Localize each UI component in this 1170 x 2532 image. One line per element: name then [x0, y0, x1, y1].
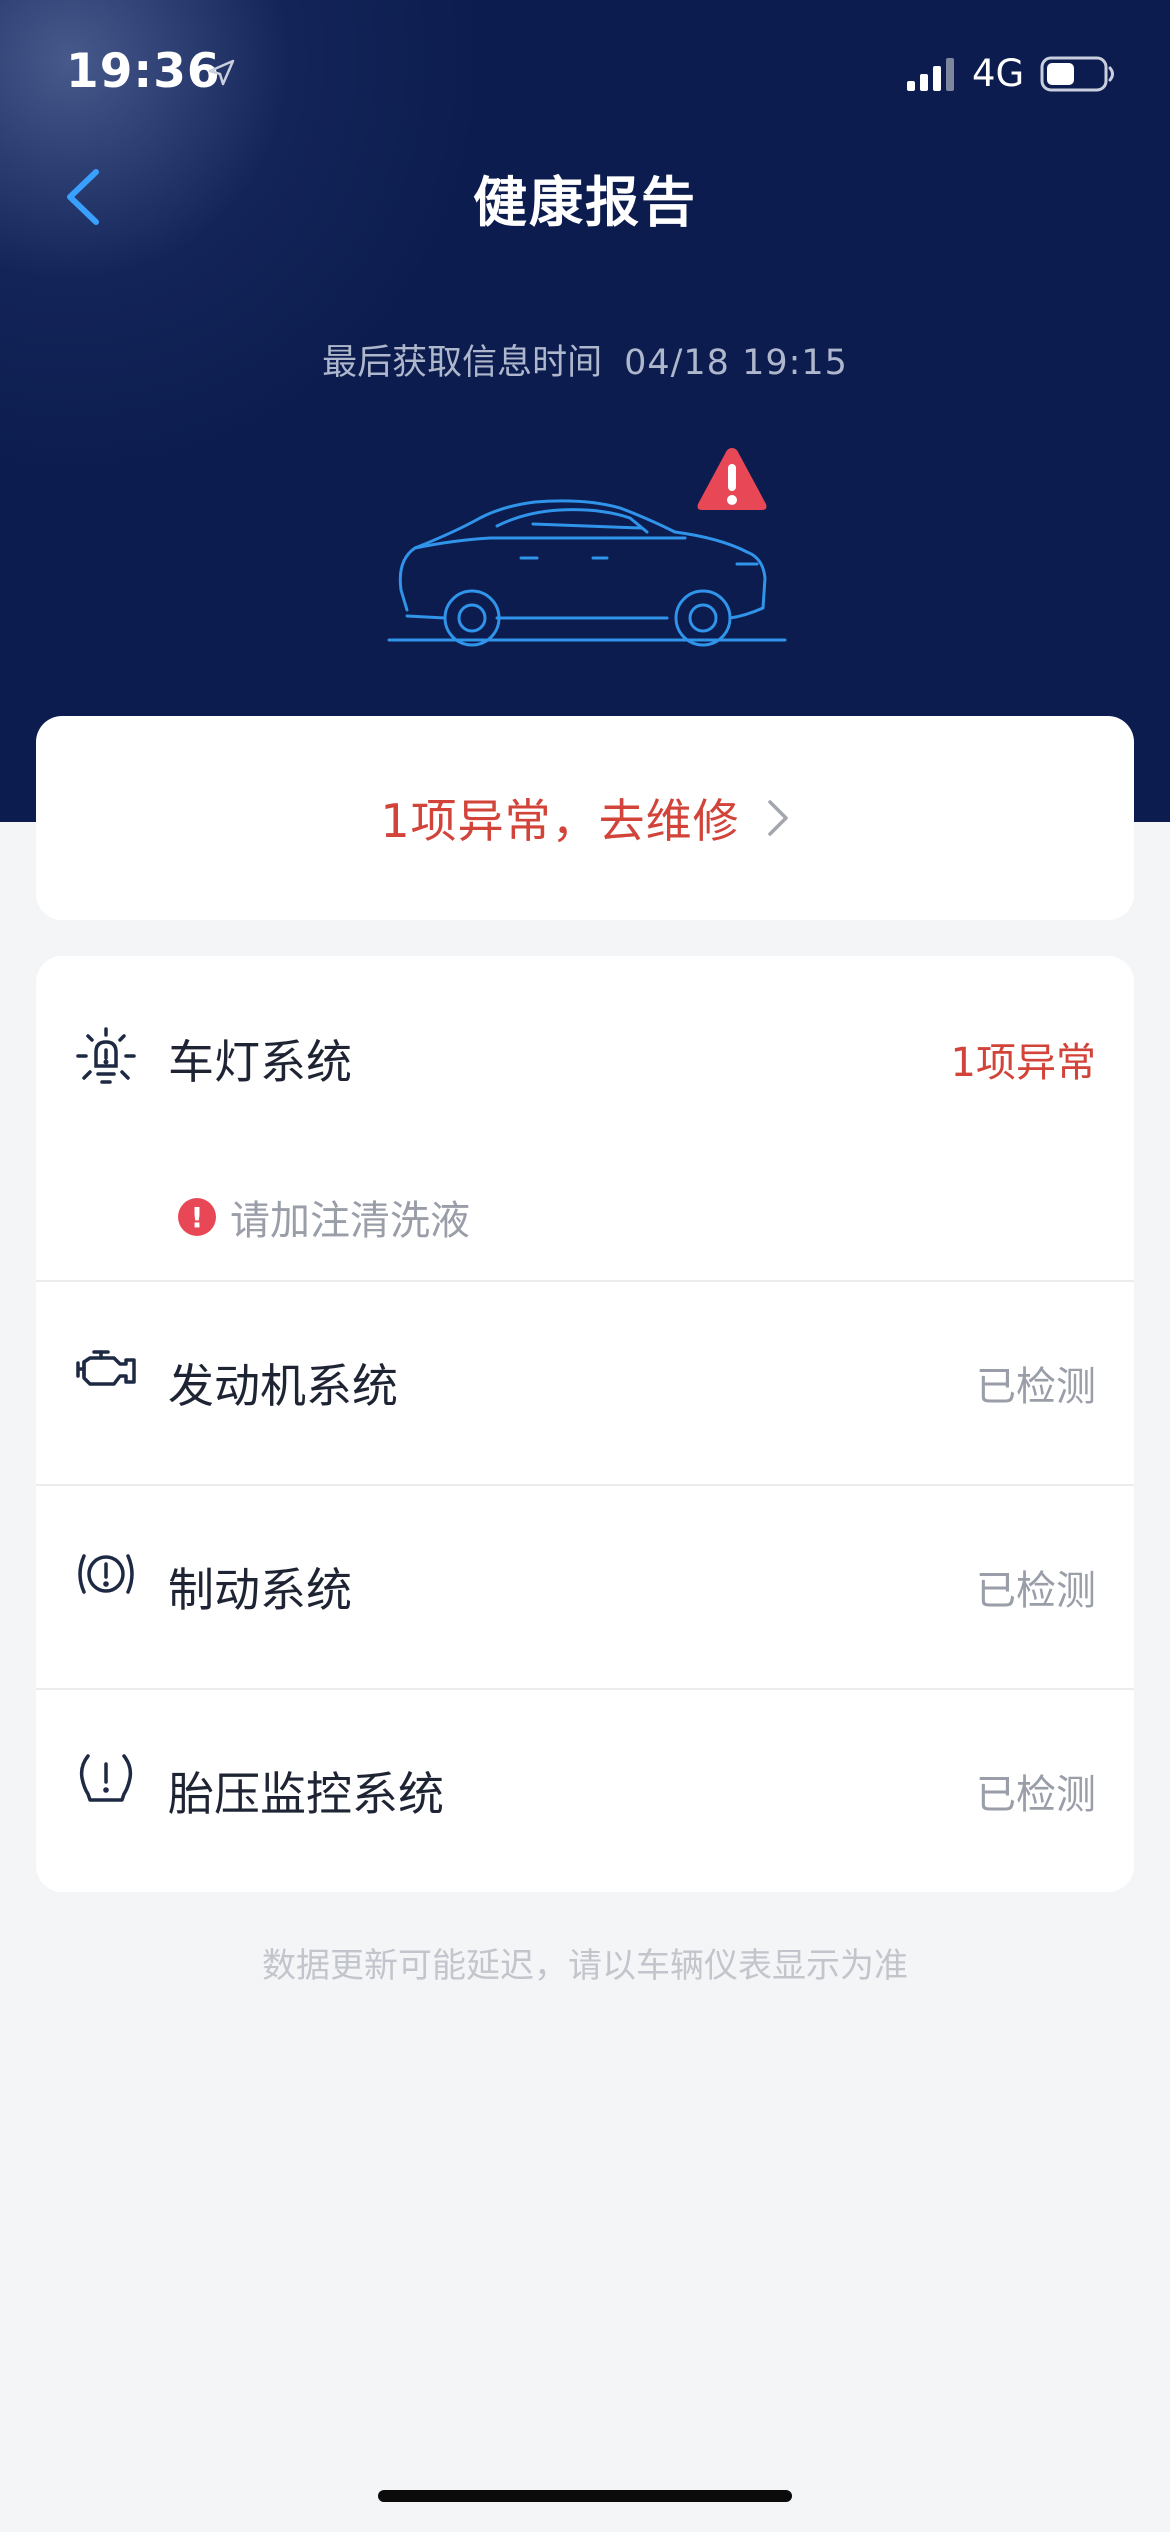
- system-row-lights[interactable]: 车灯系统 1项异常 ! 请加注清洗液: [36, 956, 1134, 1278]
- systems-card: 车灯系统 1项异常 ! 请加注清洗液 发动机系统 已检测 制动系统 已检测 胎压…: [36, 956, 1134, 1892]
- system-label: 发动机系统: [168, 1359, 398, 1413]
- headlight-icon: [76, 1027, 136, 1084]
- last-update-time: 04/18 19:15: [624, 343, 848, 383]
- system-status: 已检测: [976, 1364, 1096, 1410]
- alert-item: ! 请加注清洗液: [178, 1188, 470, 1246]
- page-title: 健康报告: [473, 171, 697, 234]
- battery-icon: [1040, 56, 1114, 92]
- alert-text: 请加注清洗液: [230, 1198, 470, 1244]
- system-row-brake[interactable]: 制动系统 已检测: [36, 1486, 1134, 1688]
- data-delay-note: 数据更新可能延迟，请以车辆仪表显示为准: [262, 1946, 908, 1986]
- system-label: 车灯系统: [168, 1035, 352, 1089]
- home-indicator[interactable]: [378, 2490, 792, 2502]
- system-status: 已检测: [976, 1568, 1096, 1614]
- network-type: 4G: [972, 52, 1025, 95]
- system-row-engine[interactable]: 发动机系统 已检测: [36, 1282, 1134, 1484]
- brake-icon: [78, 1554, 134, 1594]
- tire-pressure-icon: [79, 1754, 133, 1802]
- chevron-right-icon: [767, 800, 788, 836]
- system-label: 制动系统: [168, 1563, 352, 1617]
- warning-triangle-icon: [697, 448, 767, 510]
- system-label: 胎压监控系统: [168, 1767, 444, 1821]
- signal-icon: [907, 58, 954, 91]
- system-row-tire-pressure[interactable]: 胎压监控系统 已检测: [36, 1690, 1134, 1892]
- system-status: 1项异常: [950, 1040, 1096, 1086]
- location-arrow-icon: [208, 59, 235, 86]
- system-status: 已检测: [976, 1772, 1096, 1818]
- repair-card[interactable]: 1项异常，去维修: [36, 716, 1134, 920]
- last-update-info: 最后获取信息时间 04/18 19:15: [0, 334, 1170, 385]
- status-bar: 19:36 4G: [0, 0, 1170, 140]
- last-update-label: 最后获取信息时间: [322, 343, 603, 383]
- repair-link[interactable]: 1项异常，去维修: [380, 785, 739, 851]
- alert-exclamation-icon: !: [178, 1198, 216, 1236]
- status-time: 19:36: [66, 44, 221, 99]
- engine-icon: [76, 1350, 136, 1386]
